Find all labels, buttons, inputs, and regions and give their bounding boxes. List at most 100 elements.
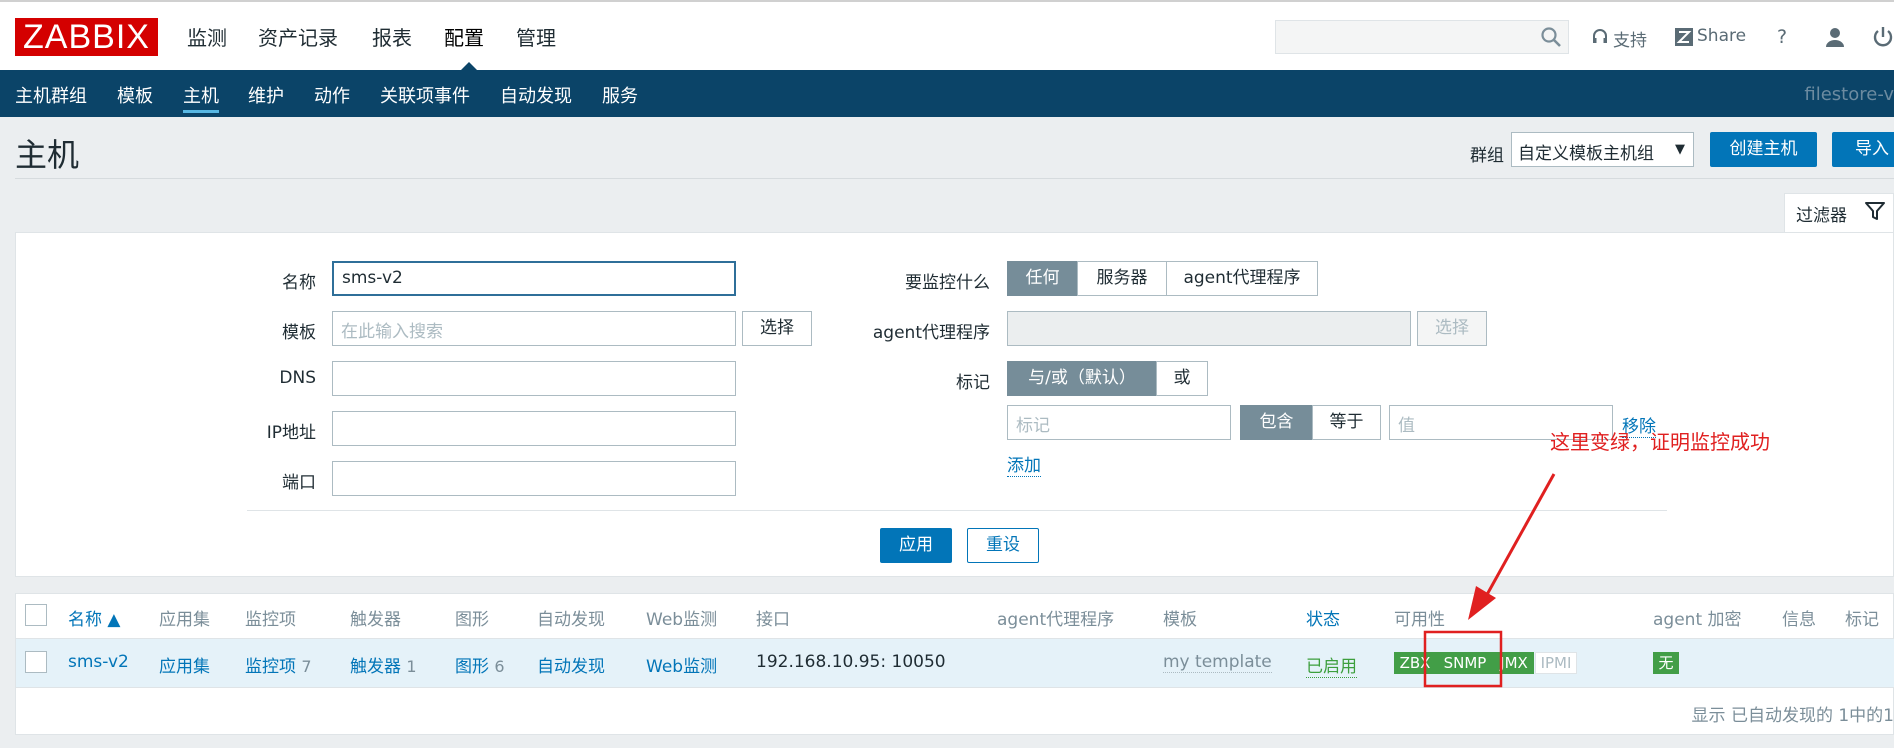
header-status[interactable]: 状态 [1306,605,1340,630]
port-label: 端口 [282,473,316,493]
funnel-filter-icon[interactable] [1864,200,1886,222]
table-row-divider [16,687,1894,688]
discovery-link[interactable]: 自动发现 [537,652,605,677]
support-link[interactable]: 支持 [1613,26,1647,51]
items-count: 7 [301,657,312,676]
graphs-link[interactable]: 图形 [455,657,489,677]
share-link[interactable]: Share [1697,26,1746,46]
template-select-button[interactable]: 选择 [742,311,812,346]
monitored-proxy-option[interactable]: agent代理程序 [1166,261,1318,296]
interface-value: 192.168.10.95: 10050 [756,652,946,672]
page-title: 主机 [15,136,80,174]
nav-monitoring[interactable]: 监测 [187,22,227,51]
subnav-services[interactable]: 服务 [602,82,638,108]
group-select[interactable]: 自定义模板主机组 [1511,132,1694,167]
add-tag-link[interactable]: 添加 [1007,451,1041,477]
import-button[interactable]: 导入 [1832,132,1894,167]
apply-button[interactable]: 应用 [880,528,952,563]
tag-equals-option[interactable]: 等于 [1312,405,1381,440]
server-name: filestore-v [1804,84,1894,105]
name-input[interactable]: sms-v2 [332,261,736,296]
filter-tab-label: 过滤器 [1796,206,1847,226]
tag-contains-option[interactable]: 包含 [1240,405,1313,440]
host-name-link[interactable]: sms-v2 [68,652,129,672]
tag-name-input[interactable]: 标记 [1007,405,1231,440]
header-discovery: 自动发现 [537,610,605,630]
user-profile-icon[interactable] [1824,26,1846,48]
nav-inventory[interactable]: 资产记录 [258,22,338,51]
header-graphs: 图形 [455,610,489,630]
nav-administration[interactable]: 管理 [516,22,556,51]
reset-button[interactable]: 重设 [967,528,1039,563]
create-host-button[interactable]: 创建主机 [1710,132,1817,167]
header-name[interactable]: 名称 ▲ [68,605,120,630]
subnav-hosts[interactable]: 主机 [183,82,219,113]
monitored-any-option[interactable]: 任何 [1007,261,1078,296]
tags-or-option[interactable]: 或 [1156,361,1208,396]
items-cell: 监控项 7 [245,652,312,677]
dns-input[interactable] [332,361,736,396]
triggers-cell: 触发器 1 [350,652,417,677]
header-proxy: agent代理程序 [997,610,1115,630]
subnav-discovery[interactable]: 自动发现 [500,82,572,108]
row-checkbox[interactable] [25,651,47,673]
zabbix-share-icon [1675,28,1693,46]
encryption-none-badge: 无 [1653,652,1679,674]
ip-label: IP地址 [266,423,316,443]
global-search-input[interactable] [1275,20,1569,54]
status-enabled-link[interactable]: 已启用 [1306,657,1357,678]
graphs-cell: 图形 6 [455,652,505,677]
subnav-actions[interactable]: 动作 [314,82,350,108]
subnav-maintenance[interactable]: 维护 [248,82,284,108]
template-search-input[interactable]: 在此输入搜索 [332,311,736,346]
header-web: Web监测 [646,610,718,630]
headset-icon [1593,29,1607,43]
title-divider [15,178,1894,179]
subnav-host-groups[interactable]: 主机群组 [15,82,87,108]
search-icon[interactable] [1540,26,1562,48]
logout-power-icon[interactable] [1872,25,1894,49]
template-label: 模板 [282,323,316,343]
header-applications: 应用集 [159,610,210,630]
dropdown-arrow-icon: ▼ [1675,142,1685,157]
sub-navigation-bar [0,70,1894,117]
monitored-server-option[interactable]: 服务器 [1077,261,1167,296]
tags-and-or-option[interactable]: 与/或（默认） [1007,361,1157,396]
tags-label: 标记 [956,373,990,393]
annotation-arrow-icon [1423,473,1556,688]
proxy-label: agent代理程序 [872,323,990,343]
help-link[interactable]: ? [1777,26,1787,48]
table-footer-count: 显示 已自动发现的 1中的1 [1691,706,1894,726]
group-label: 群组 [1470,146,1504,166]
nav-configuration[interactable]: 配置 [444,22,484,51]
triggers-link[interactable]: 触发器 [350,657,401,677]
monitored-by-label: 要监控什么 [905,273,990,293]
dns-label: DNS [279,368,316,388]
name-label: 名称 [282,273,316,293]
items-link[interactable]: 监控项 [245,657,296,677]
template-link[interactable]: my template [1163,652,1272,673]
header-tags: 标记 [1845,610,1879,630]
header-triggers: 触发器 [350,610,401,630]
proxy-input [1007,311,1411,346]
applications-link[interactable]: 应用集 [159,652,210,677]
web-link[interactable]: Web监测 [646,652,717,677]
graphs-count: 6 [494,657,505,676]
ip-input[interactable] [332,411,736,446]
header-encryption: agent 加密 [1653,610,1742,630]
zabbix-logo[interactable]: ZABBIX [15,18,158,56]
status-cell: 已启用 [1306,652,1357,678]
select-all-checkbox[interactable] [25,604,47,626]
header-interface: 接口 [756,610,790,630]
annotation-text: 这里变绿，证明监控成功 [1550,430,1770,454]
proxy-select-button: 选择 [1417,311,1487,346]
port-input[interactable] [332,461,736,496]
subnav-templates[interactable]: 模板 [117,82,153,108]
triggers-count: 1 [406,657,417,676]
header-templates: 模板 [1163,610,1197,630]
template-cell: my template [1163,652,1272,673]
subnav-event-correlation[interactable]: 关联项事件 [380,82,470,108]
nav-reports[interactable]: 报表 [372,22,412,51]
header-items: 监控项 [245,610,296,630]
header-info: 信息 [1782,610,1816,630]
